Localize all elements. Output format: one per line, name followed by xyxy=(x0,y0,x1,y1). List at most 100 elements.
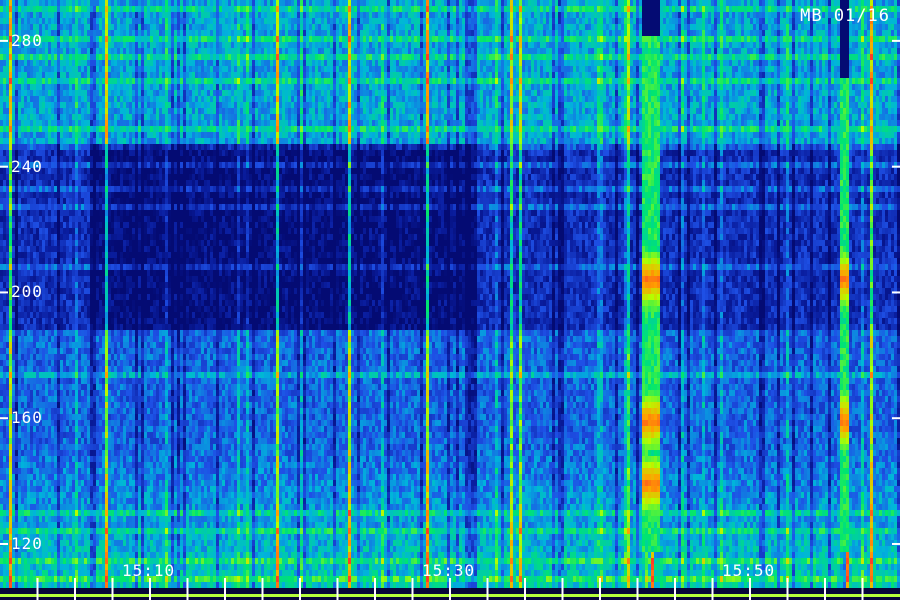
heatmap-cell xyxy=(138,6,141,12)
heatmap-cell xyxy=(486,30,489,36)
heatmap-cell xyxy=(270,66,273,72)
heatmap-cell xyxy=(306,78,309,84)
heatmap-cell xyxy=(333,42,336,48)
heatmap-cell xyxy=(414,78,417,84)
heatmap-cell xyxy=(264,30,267,36)
heatmap-cell xyxy=(33,24,36,30)
heatmap-cell xyxy=(165,18,168,24)
heatmap-cell xyxy=(435,84,438,90)
heatmap-cell xyxy=(495,72,498,78)
heatmap-cell xyxy=(450,60,453,66)
heatmap-cell xyxy=(258,66,261,72)
heatmap-cell xyxy=(549,54,552,60)
heatmap-cell xyxy=(423,54,426,60)
heatmap-cell xyxy=(399,60,402,66)
heatmap-cell xyxy=(810,72,813,78)
heatmap-cell xyxy=(717,6,720,12)
heatmap-cell xyxy=(441,42,444,48)
heatmap-cell xyxy=(516,90,519,96)
heatmap-cell xyxy=(582,0,585,6)
heatmap-cell xyxy=(396,18,399,24)
heatmap-cell xyxy=(165,30,168,36)
heatmap-cell xyxy=(210,84,213,90)
heatmap-cell xyxy=(507,72,510,78)
heatmap-cell xyxy=(492,54,495,60)
heatmap-cell xyxy=(339,30,342,36)
heatmap-cell xyxy=(189,96,192,102)
heatmap-cell xyxy=(477,66,480,72)
heatmap-cell xyxy=(177,90,180,96)
heatmap-cell xyxy=(705,42,708,48)
heatmap-cell xyxy=(555,84,558,90)
heatmap-cell xyxy=(816,78,819,84)
heatmap-cell xyxy=(285,18,288,24)
heatmap-cell xyxy=(885,84,888,90)
heatmap-cell xyxy=(141,90,144,96)
heatmap-cell xyxy=(114,18,117,24)
heatmap-cell xyxy=(147,30,150,36)
heatmap-cell xyxy=(159,90,162,96)
heatmap-cell xyxy=(588,6,591,12)
heatmap-cell xyxy=(108,72,111,78)
heatmap-cell xyxy=(594,6,597,12)
heatmap-cell xyxy=(168,24,171,30)
heatmap-cell xyxy=(273,18,276,24)
heatmap-cell xyxy=(168,30,171,36)
heatmap-cell xyxy=(45,18,48,24)
heatmap-cell xyxy=(759,12,762,18)
heatmap-cell xyxy=(204,48,207,54)
heatmap-cell xyxy=(723,30,726,36)
heatmap-cell xyxy=(591,12,594,18)
heatmap-cell xyxy=(423,18,426,24)
heatmap-cell xyxy=(603,72,606,78)
heatmap-cell xyxy=(651,18,654,24)
heatmap-cell xyxy=(90,42,93,48)
heatmap-cell xyxy=(522,0,525,6)
heatmap-cell xyxy=(423,66,426,72)
heatmap-cell xyxy=(219,30,222,36)
heatmap-cell xyxy=(627,84,630,90)
heatmap-cell xyxy=(0,78,3,84)
heatmap-cell xyxy=(75,60,78,66)
heatmap-cell xyxy=(555,6,558,12)
heatmap-cell xyxy=(816,66,819,72)
heatmap-cell xyxy=(48,0,51,6)
heatmap-cell xyxy=(675,84,678,90)
heatmap-cell xyxy=(792,54,795,60)
heatmap-cell xyxy=(660,90,663,96)
heatmap-cell xyxy=(111,78,114,84)
heatmap-cell xyxy=(60,24,63,30)
heatmap-cell xyxy=(141,0,144,6)
heatmap-cell xyxy=(882,78,885,84)
heatmap-cell xyxy=(483,42,486,48)
heatmap-cell xyxy=(285,36,288,42)
heatmap-cell xyxy=(345,84,348,90)
heatmap-cell xyxy=(180,18,183,24)
heatmap-cell xyxy=(573,18,576,24)
heatmap-cell xyxy=(501,12,504,18)
heatmap-cell xyxy=(180,66,183,72)
heatmap-cell xyxy=(663,72,666,78)
heatmap-cell xyxy=(66,48,69,54)
heatmap-cell xyxy=(885,72,888,78)
heatmap-cell xyxy=(69,78,72,84)
heatmap-cell xyxy=(255,66,258,72)
heatmap-cell xyxy=(783,6,786,12)
heatmap-cell xyxy=(255,78,258,84)
heatmap-cell xyxy=(825,54,828,60)
heatmap-cell xyxy=(777,30,780,36)
heatmap-cell xyxy=(753,66,756,72)
heatmap-cell xyxy=(795,36,798,42)
heatmap-cell xyxy=(453,84,456,90)
heatmap-cell xyxy=(795,78,798,84)
heatmap-cell xyxy=(894,54,897,60)
heatmap-cell xyxy=(771,78,774,84)
heatmap-cell xyxy=(144,30,147,36)
heatmap-cell xyxy=(102,36,105,42)
heatmap-cell xyxy=(408,48,411,54)
heatmap-cell xyxy=(819,72,822,78)
heatmap-cell xyxy=(90,48,93,54)
heatmap-cell xyxy=(261,84,264,90)
heatmap-cell xyxy=(282,96,285,102)
heatmap-cell xyxy=(639,60,642,66)
